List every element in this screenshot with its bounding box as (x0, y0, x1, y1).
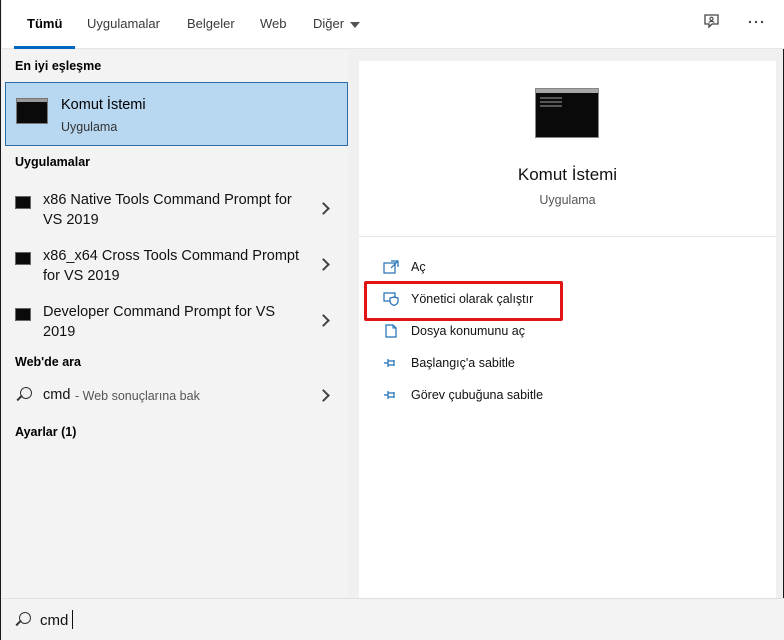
settings-header[interactable]: Ayarlar (1) (15, 425, 76, 439)
tab-more-label: Diğer (313, 16, 345, 31)
filter-tabs-bar: Tümü Uygulamalar Belgeler Web Diğer (2, 0, 784, 49)
open-action[interactable]: Aç (379, 254, 679, 282)
action-label: Aç (411, 260, 426, 274)
search-icon (19, 612, 31, 624)
command-prompt-icon (15, 252, 31, 265)
command-prompt-icon (15, 308, 31, 321)
best-match-title: Komut İstemi (61, 97, 146, 113)
best-match-item[interactable]: Komut İstemi Uygulama (5, 82, 348, 146)
chevron-right-icon[interactable] (317, 314, 330, 327)
action-label: Dosya konumunu aç (411, 324, 525, 338)
search-bar (2, 598, 784, 640)
open-icon (383, 260, 399, 274)
best-match-header: En iyi eşleşme (15, 59, 102, 73)
text-cursor (72, 610, 73, 629)
search-input[interactable] (40, 609, 440, 631)
app-label: Developer Command Prompt for VS 2019 (43, 304, 276, 340)
command-prompt-icon (16, 98, 48, 124)
feedback-icon[interactable] (700, 12, 724, 36)
chevron-right-icon[interactable] (317, 258, 330, 271)
tab-documents[interactable]: Belgeler (187, 0, 235, 49)
list-item[interactable]: Developer Command Prompt for VS 2019 (5, 298, 348, 354)
pin-icon (384, 391, 395, 399)
divider (359, 236, 776, 237)
chevron-right-icon[interactable] (317, 389, 330, 402)
search-icon (20, 387, 32, 399)
list-item[interactable]: x86_x64 Cross Tools Command Prompt for V… (5, 242, 348, 298)
chevron-down-icon (350, 21, 361, 28)
web-hint: - Web sonuçlarına bak (75, 389, 200, 403)
command-prompt-icon (535, 88, 599, 138)
web-query: cmd (43, 387, 71, 403)
apps-header: Uygulamalar (15, 155, 91, 169)
tab-all[interactable]: Tümü (13, 0, 76, 49)
more-options-icon[interactable] (744, 12, 768, 36)
detail-subtitle: Uygulama (539, 193, 596, 207)
web-search-item[interactable]: cmd - Web sonuçlarına bak (5, 380, 348, 412)
web-search-header: Web'de ara (15, 355, 81, 369)
tab-more[interactable]: Diğer (313, 0, 361, 49)
pin-icon (384, 359, 395, 367)
results-panel: En iyi eşleşme Komut İstemi Uygulama Uyg… (2, 50, 348, 598)
list-item[interactable]: x86 Native Tools Command Prompt for VS 2… (5, 186, 348, 242)
app-label: x86 Native Tools Command Prompt for VS 2… (43, 192, 292, 228)
highlight-annotation (364, 281, 563, 321)
chevron-right-icon[interactable] (317, 202, 330, 215)
action-label: Başlangıç'a sabitle (411, 356, 515, 370)
command-prompt-icon (15, 196, 31, 209)
open-file-location-action[interactable]: Dosya konumunu aç (379, 318, 679, 346)
tab-apps[interactable]: Uygulamalar (87, 0, 160, 49)
pin-to-taskbar-action[interactable]: Görev çubuğuna sabitle (379, 382, 679, 410)
pin-to-start-action[interactable]: Başlangıç'a sabitle (379, 350, 679, 378)
detail-title: Komut İstemi (517, 165, 618, 184)
detail-panel: Komut İstemi Uygulama Aç Yönetici olarak… (359, 61, 776, 598)
app-label: x86_x64 Cross Tools Command Prompt for V… (43, 248, 300, 284)
best-match-subtitle: Uygulama (61, 120, 118, 134)
file-location-icon (385, 324, 397, 338)
tab-web[interactable]: Web (260, 0, 287, 49)
action-label: Görev çubuğuna sabitle (411, 388, 544, 402)
search-window: Tümü Uygulamalar Belgeler Web Diğer En i… (0, 0, 784, 640)
